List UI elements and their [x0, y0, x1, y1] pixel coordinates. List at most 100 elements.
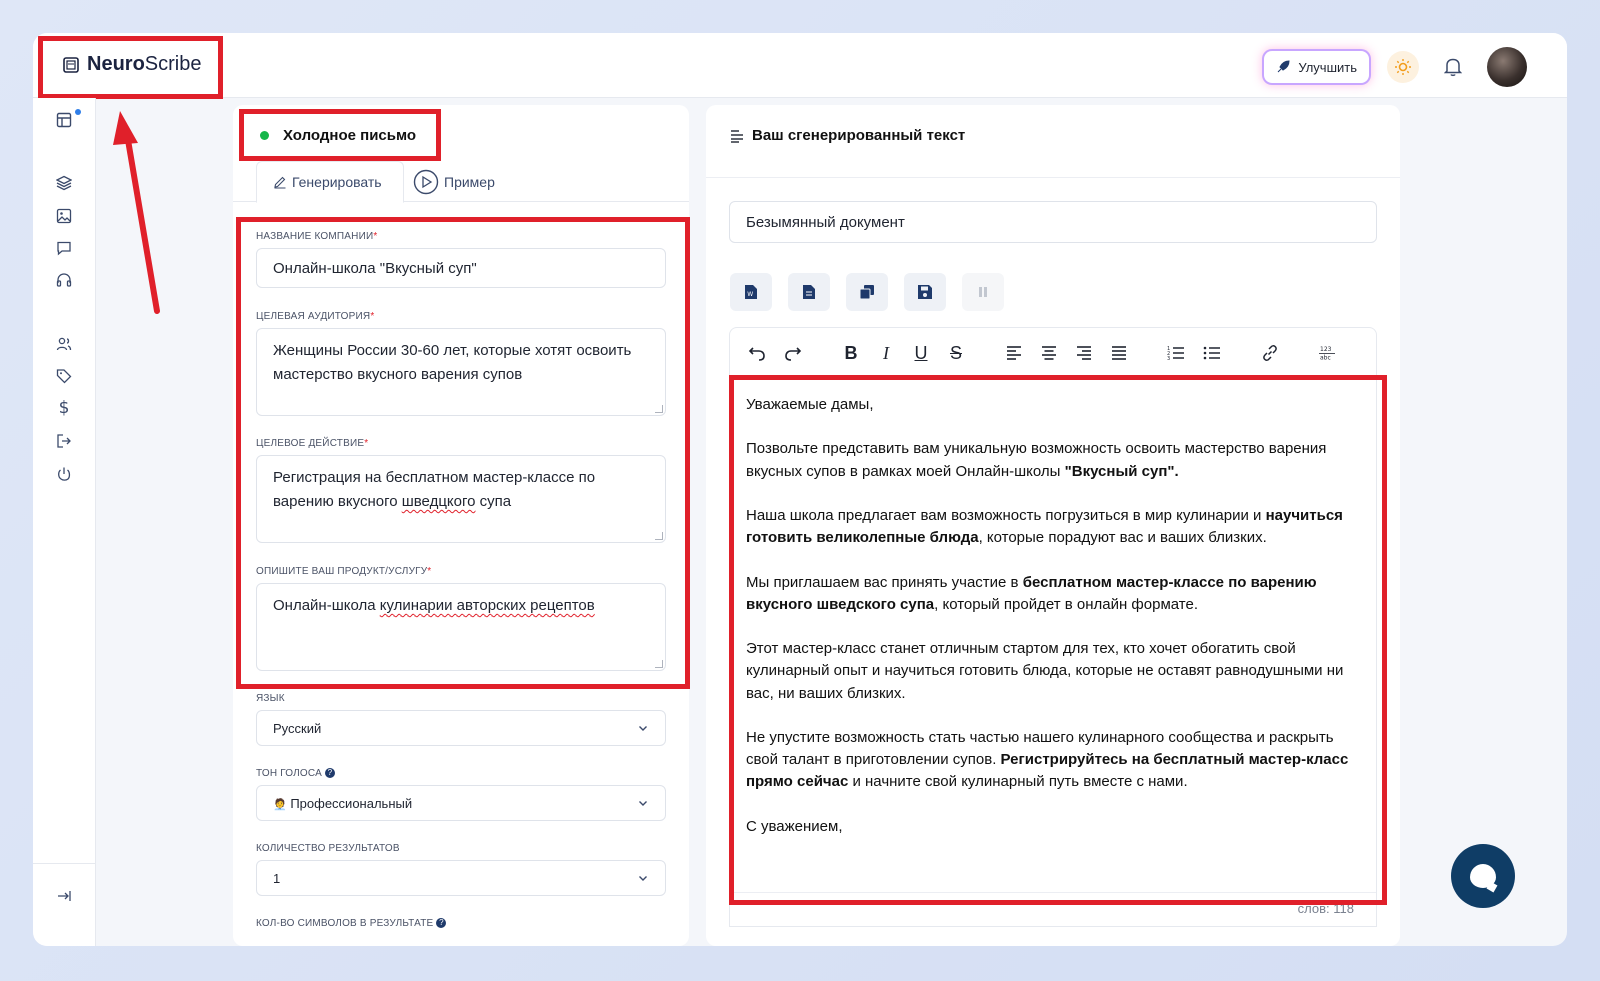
bullet-list-icon[interactable] — [1199, 340, 1225, 366]
pause-icon — [979, 287, 987, 297]
tone-select[interactable]: 🧑‍💼 Профессиональный — [256, 785, 666, 821]
resize-handle[interactable] — [655, 660, 663, 668]
ordered-list-icon[interactable]: 123 — [1163, 340, 1189, 366]
action-textarea[interactable]: Регистрация на бесплатном мастер-классе … — [256, 455, 666, 543]
tab-generate-label: Генерировать — [292, 174, 382, 190]
align-right-icon[interactable] — [1071, 340, 1097, 366]
underline-icon[interactable]: U — [908, 340, 934, 366]
user-avatar[interactable] — [1487, 47, 1527, 87]
audience-textarea[interactable]: Женщины России 30-60 лет, которые хотят … — [256, 328, 666, 416]
resize-handle[interactable] — [655, 532, 663, 540]
doc-icon — [803, 285, 815, 299]
sun-icon — [1395, 59, 1411, 75]
form-panel: Холодное письмо Генерировать Пример НАЗВ… — [233, 105, 690, 946]
action-field: ЦЕЛЕВОЕ ДЕЙСТВИЕ* Регистрация на бесплат… — [256, 438, 666, 543]
save-icon — [918, 285, 932, 299]
tone-label: ТОН ГОЛОСА? — [256, 768, 666, 782]
results-field: КОЛИЧЕСТВО РЕЗУЛЬТАТОВ 1 — [256, 843, 666, 896]
text-lines-icon — [731, 129, 743, 143]
image-icon[interactable] — [54, 206, 74, 226]
output-header: Ваш сгенерированный текст — [730, 127, 965, 144]
dollar-icon[interactable]: $ — [54, 398, 74, 418]
annotation-box-editor — [729, 375, 1387, 905]
link-icon[interactable] — [1257, 340, 1283, 366]
redo-icon[interactable] — [780, 340, 806, 366]
help-icon[interactable]: ? — [324, 768, 335, 779]
resize-handle[interactable] — [655, 405, 663, 413]
results-select[interactable]: 1 — [256, 860, 666, 896]
action-label: ЦЕЛЕВОЕ ДЕЙСТВИЕ* — [256, 438, 369, 449]
tone-emoji: 🧑‍💼 — [273, 798, 287, 811]
bold-icon[interactable]: B — [838, 340, 864, 366]
audience-field: ЦЕЛЕВАЯ АУДИТОРИЯ* Женщины России 30-60 … — [256, 311, 666, 416]
play-circle-icon — [413, 169, 439, 194]
tab-example[interactable]: Пример — [413, 161, 495, 202]
notification-dot — [75, 109, 81, 115]
tab-example-label: Пример — [444, 173, 495, 190]
tool-title: Холодное письмо — [239, 109, 441, 161]
users-icon[interactable] — [54, 334, 74, 354]
chat-icon[interactable] — [54, 238, 74, 258]
rocket-icon — [1277, 60, 1290, 73]
layers-icon[interactable] — [54, 173, 74, 193]
app-window: NeuroScribe Улучшить $ Холодное письмо Г… — [33, 33, 1567, 946]
form-tabs: Генерировать Пример — [233, 161, 689, 203]
headphones-icon[interactable] — [54, 270, 74, 290]
align-justify-icon[interactable] — [1106, 340, 1132, 366]
company-input[interactable]: Онлайн-школа "Вкусный суп" — [256, 248, 666, 288]
sidebar: $ — [33, 98, 96, 946]
svg-text:3: 3 — [1167, 356, 1170, 361]
word-icon: W — [745, 285, 757, 299]
italic-icon[interactable]: I — [873, 340, 899, 366]
top-right-controls: Улучшить — [1264, 47, 1527, 87]
chevron-down-icon — [639, 876, 647, 881]
chars-label: КОЛ-ВО СИМВОЛОВ В РЕЗУЛЬТАТЕ? — [256, 918, 666, 932]
chars-field: КОЛ-ВО СИМВОЛОВ В РЕЗУЛЬТАТЕ? — [256, 918, 666, 932]
pencil-icon — [274, 176, 286, 189]
tool-title-text: Холодное письмо — [283, 126, 417, 144]
annotation-box-logo — [38, 36, 223, 99]
product-textarea[interactable]: Онлайн-школа кулинарии авторских рецепто… — [256, 583, 666, 671]
document-name-input[interactable]: Безымянный документ — [729, 201, 1377, 243]
save-button[interactable] — [904, 273, 946, 311]
undo-icon[interactable] — [744, 340, 770, 366]
notifications-button[interactable] — [1437, 51, 1469, 83]
theme-toggle-button[interactable] — [1387, 51, 1419, 83]
results-label: КОЛИЧЕСТВО РЕЗУЛЬТАТОВ — [256, 843, 400, 854]
tab-generate[interactable]: Генерировать — [256, 161, 404, 203]
product-field: ОПИШИТЕ ВАШ ПРОДУКТ/УСЛУГУ* Онлайн-школа… — [256, 566, 666, 671]
power-icon[interactable] — [54, 464, 74, 484]
pause-button[interactable] — [962, 273, 1004, 311]
help-icon[interactable]: ? — [436, 918, 447, 929]
audience-label: ЦЕЛЕВАЯ АУДИТОРИЯ* — [256, 311, 375, 322]
status-dot — [260, 130, 269, 140]
company-field: НАЗВАНИЕ КОМПАНИИ* Онлайн-школа "Вкусный… — [256, 231, 666, 288]
bell-icon — [1444, 58, 1462, 77]
upgrade-button[interactable]: Улучшить — [1264, 51, 1369, 83]
dashboard-icon[interactable] — [54, 110, 74, 130]
output-header-text: Ваш сгенерированный текст — [752, 127, 966, 144]
align-left-icon[interactable] — [1001, 340, 1027, 366]
spellcheck-icon[interactable]: 123 abc — [1314, 340, 1340, 366]
collapse-icon[interactable] — [54, 886, 74, 906]
tag-icon[interactable] — [54, 366, 74, 386]
logout-icon[interactable] — [54, 431, 74, 451]
support-chat-button[interactable] — [1451, 844, 1515, 908]
copy-button[interactable] — [846, 273, 888, 311]
editor-toolbar: B I U S 123 123 abc — [729, 327, 1377, 377]
svg-text:abc: abc — [1320, 355, 1331, 362]
tone-field: ТОН ГОЛОСА? 🧑‍💼 Профессиональный — [256, 768, 666, 821]
export-word-button[interactable]: W — [730, 273, 772, 311]
sidebar-divider — [33, 863, 95, 864]
top-bar: NeuroScribe Улучшить — [33, 33, 1567, 99]
strikethrough-icon[interactable]: S — [943, 340, 969, 366]
chevron-down-icon — [639, 801, 647, 806]
company-label: НАЗВАНИЕ КОМПАНИИ* — [256, 231, 378, 242]
align-center-icon[interactable] — [1036, 340, 1062, 366]
language-select[interactable]: Русский — [256, 710, 666, 746]
export-doc-button[interactable] — [788, 273, 830, 311]
chevron-down-icon — [639, 726, 647, 731]
language-field: ЯЗЫК Русский — [256, 693, 666, 746]
upgrade-label: Улучшить — [1298, 59, 1357, 75]
chat-bubble-icon — [1470, 864, 1496, 888]
